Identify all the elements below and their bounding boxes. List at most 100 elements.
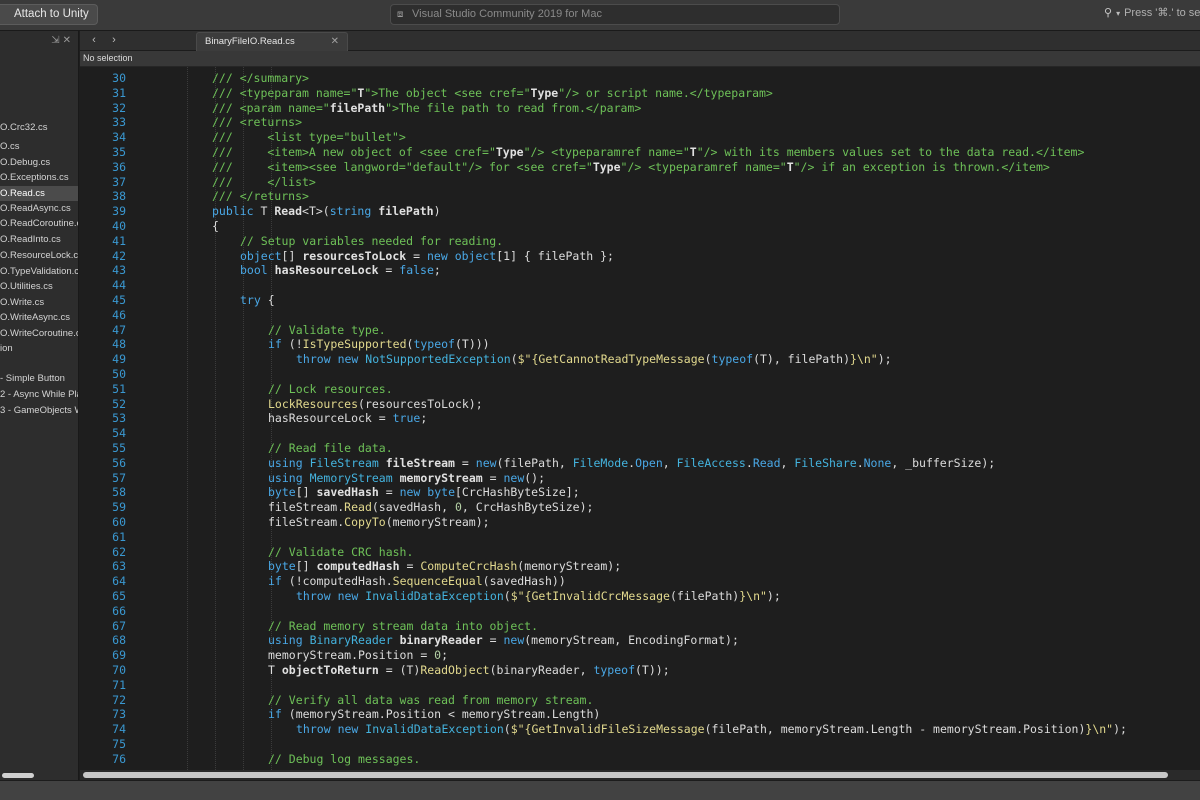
- code-line[interactable]: bool hasResourceLock = false;: [240, 263, 441, 278]
- code-line[interactable]: using MemoryStream memoryStream = new();: [268, 471, 545, 486]
- code-line[interactable]: hasResourceLock = true;: [268, 411, 427, 426]
- tab-binaryfileio-read[interactable]: BinaryFileIO.Read.cs ✕: [196, 32, 348, 52]
- sidebar-file-item[interactable]: O.Debug.cs: [0, 155, 78, 170]
- code-line[interactable]: /// </returns>: [212, 189, 309, 204]
- sidebar-file-item[interactable]: - Simple Button: [0, 371, 78, 386]
- code-token: (memoryStream);: [517, 559, 622, 574]
- code-token: new: [337, 352, 359, 367]
- code-line[interactable]: // Debug log messages.: [268, 752, 420, 767]
- attach-to-unity-button[interactable]: Attach to Unity: [0, 4, 98, 25]
- code-line[interactable]: // Lock resources.: [268, 382, 393, 397]
- code-token: FileShare: [794, 455, 857, 470]
- sidebar-file-item[interactable]: ion: [0, 341, 78, 356]
- code-line[interactable]: /// <item>A new object of <see cref="Typ…: [212, 145, 1084, 160]
- code-line[interactable]: // Setup variables needed for reading.: [240, 234, 503, 249]
- sidebar-file-item[interactable]: O.Utilities.cs: [0, 279, 78, 294]
- code-area[interactable]: /// </summary>/// <typeparam name="T">Th…: [136, 67, 1200, 770]
- line-number: 62: [112, 544, 126, 559]
- code-line[interactable]: throw new NotSupportedException($"{GetCa…: [296, 352, 892, 367]
- code-line[interactable]: // Validate CRC hash.: [268, 545, 413, 560]
- sidebar-file-item[interactable]: O.cs: [0, 139, 78, 154]
- code-line[interactable]: throw new InvalidDataException($"{GetInv…: [296, 589, 781, 604]
- line-number: 46: [112, 307, 126, 322]
- sidebar-file-item[interactable]: O.TypeValidation.cs: [0, 264, 78, 279]
- code-line[interactable]: // Read file data.: [268, 441, 393, 456]
- horizontal-scrollbar[interactable]: [80, 770, 1200, 780]
- sidebar-file-item[interactable]: 3 - GameObjects Wi: [0, 403, 78, 418]
- back-arrow-icon[interactable]: ‹: [86, 33, 102, 48]
- sidebar-scrollbar[interactable]: [2, 773, 34, 778]
- code-line[interactable]: /// </summary>: [212, 71, 309, 86]
- code-token: new: [426, 248, 448, 263]
- line-number: 35: [112, 145, 126, 159]
- code-token: T: [689, 145, 697, 159]
- sidebar-file-item[interactable]: 2 - Async While Play: [0, 387, 78, 402]
- code-line[interactable]: byte[] computedHash = ComputeCrcHash(mem…: [268, 559, 621, 574]
- code-line[interactable]: memoryStream.Position = 0;: [268, 648, 448, 663]
- code-token: (binaryReader,: [489, 663, 594, 677]
- line-number: 56: [112, 455, 126, 470]
- code-line[interactable]: // Validate type.: [268, 323, 386, 338]
- sidebar-file-item[interactable]: O.ReadAsync.cs: [0, 201, 78, 216]
- close-icon[interactable]: ✕: [63, 35, 74, 46]
- code-token: /// </summary>: [212, 71, 309, 85]
- code-line[interactable]: if (memoryStream.Position < memoryStream…: [268, 707, 600, 722]
- code-line[interactable]: /// </list>: [212, 175, 316, 190]
- code-token: =: [406, 248, 427, 263]
- code-line[interactable]: /// <item><see langword="default"/> for …: [212, 160, 1050, 175]
- code-token: // Read memory stream data into object.: [268, 618, 539, 633]
- code-line[interactable]: using BinaryReader binaryReader = new(me…: [268, 633, 739, 648]
- code-line[interactable]: /// <param name="filePath">The file path…: [212, 101, 641, 116]
- code-token: []: [295, 559, 317, 574]
- line-number: 30: [112, 71, 126, 85]
- code-line[interactable]: fileStream.CopyTo(memoryStream);: [268, 515, 490, 530]
- line-number-gutter: 30 31 32 33 34 35 36 37 38 39 40 41 42 43 44 45 46 47 48 49…: [80, 67, 136, 770]
- sidebar-file-item[interactable]: O.ResourceLock.cs: [0, 248, 78, 263]
- search-box[interactable]: ⚲▾Press '⌘.' to search: [1104, 4, 1200, 25]
- code-line[interactable]: object[] resourcesToLock = new object[1]…: [240, 249, 614, 264]
- line-number: 69: [112, 648, 126, 663]
- code-line[interactable]: fileStream.Read(savedHash, 0, CrcHashByt…: [268, 500, 593, 515]
- sidebar-file-item[interactable]: O.Write.cs: [0, 295, 78, 310]
- window-title: Visual Studio Community 2019 for Mac: [412, 8, 602, 20]
- line-number: 40: [112, 219, 126, 233]
- sidebar-file-item[interactable]: O.Crc32.cs: [0, 120, 78, 135]
- code-line[interactable]: try {: [240, 293, 275, 308]
- sidebar-file-item[interactable]: O.ReadInto.cs: [0, 232, 78, 247]
- line-number: 66: [112, 603, 126, 618]
- code-line[interactable]: public T Read<T>(string filePath): [212, 204, 441, 219]
- code-line[interactable]: /// <returns>: [212, 115, 302, 130]
- code-line[interactable]: T objectToReturn = (T)ReadObject(binaryR…: [268, 663, 670, 678]
- pin-icon[interactable]: ⇲: [51, 35, 62, 46]
- scrollbar-thumb[interactable]: [83, 772, 1168, 778]
- code-line[interactable]: // Verify all data was read from memory …: [268, 693, 593, 708]
- code-editor[interactable]: 30 31 32 33 34 35 36 37 38 39 40 41 42 43 44 45 46 47 48 49…: [80, 67, 1200, 770]
- sidebar-file-item[interactable]: O.WriteAsync.cs: [0, 310, 78, 325]
- forward-arrow-icon[interactable]: ›: [106, 33, 122, 48]
- sidebar-file-item[interactable]: O.Read.cs: [0, 186, 78, 201]
- sidebar-file-item[interactable]: O.ReadCoroutine.cs: [0, 216, 78, 231]
- breadcrumb[interactable]: No selection: [80, 51, 1200, 67]
- code-token: (savedHash)): [482, 574, 566, 589]
- code-line[interactable]: if (!IsTypeSupported(typeof(T))): [268, 337, 490, 352]
- code-token: /// <typeparam name=": [212, 85, 358, 100]
- line-number: 48: [112, 337, 126, 352]
- code-line[interactable]: byte[] savedHash = new byte[CrcHashByteS…: [268, 485, 580, 500]
- line-number: 49: [112, 352, 126, 367]
- code-line[interactable]: /// <typeparam name="T">The object <see …: [212, 86, 773, 101]
- code-token: =: [455, 455, 476, 470]
- code-line[interactable]: LockResources(resourcesToLock);: [268, 397, 483, 412]
- sidebar-file-item[interactable]: O.WriteCoroutine.cs: [0, 326, 78, 341]
- code-line[interactable]: using FileStream fileStream = new(filePa…: [268, 456, 995, 471]
- code-line[interactable]: throw new InvalidDataException($"{GetInv…: [296, 722, 1127, 737]
- code-line[interactable]: if (!computedHash.SequenceEqual(savedHas…: [268, 574, 566, 589]
- code-token: hasResourceLock =: [268, 411, 393, 426]
- line-number: 33: [112, 115, 126, 130]
- code-line[interactable]: /// <list type="bullet">: [212, 130, 406, 145]
- tab-close-icon[interactable]: ✕: [331, 33, 339, 51]
- sidebar-file-item[interactable]: O.Exceptions.cs: [0, 170, 78, 185]
- code-token: memoryStream: [399, 470, 483, 485]
- line-number: 70: [112, 663, 126, 677]
- code-line[interactable]: // Read memory stream data into object.: [268, 619, 538, 634]
- code-line[interactable]: {: [212, 219, 219, 234]
